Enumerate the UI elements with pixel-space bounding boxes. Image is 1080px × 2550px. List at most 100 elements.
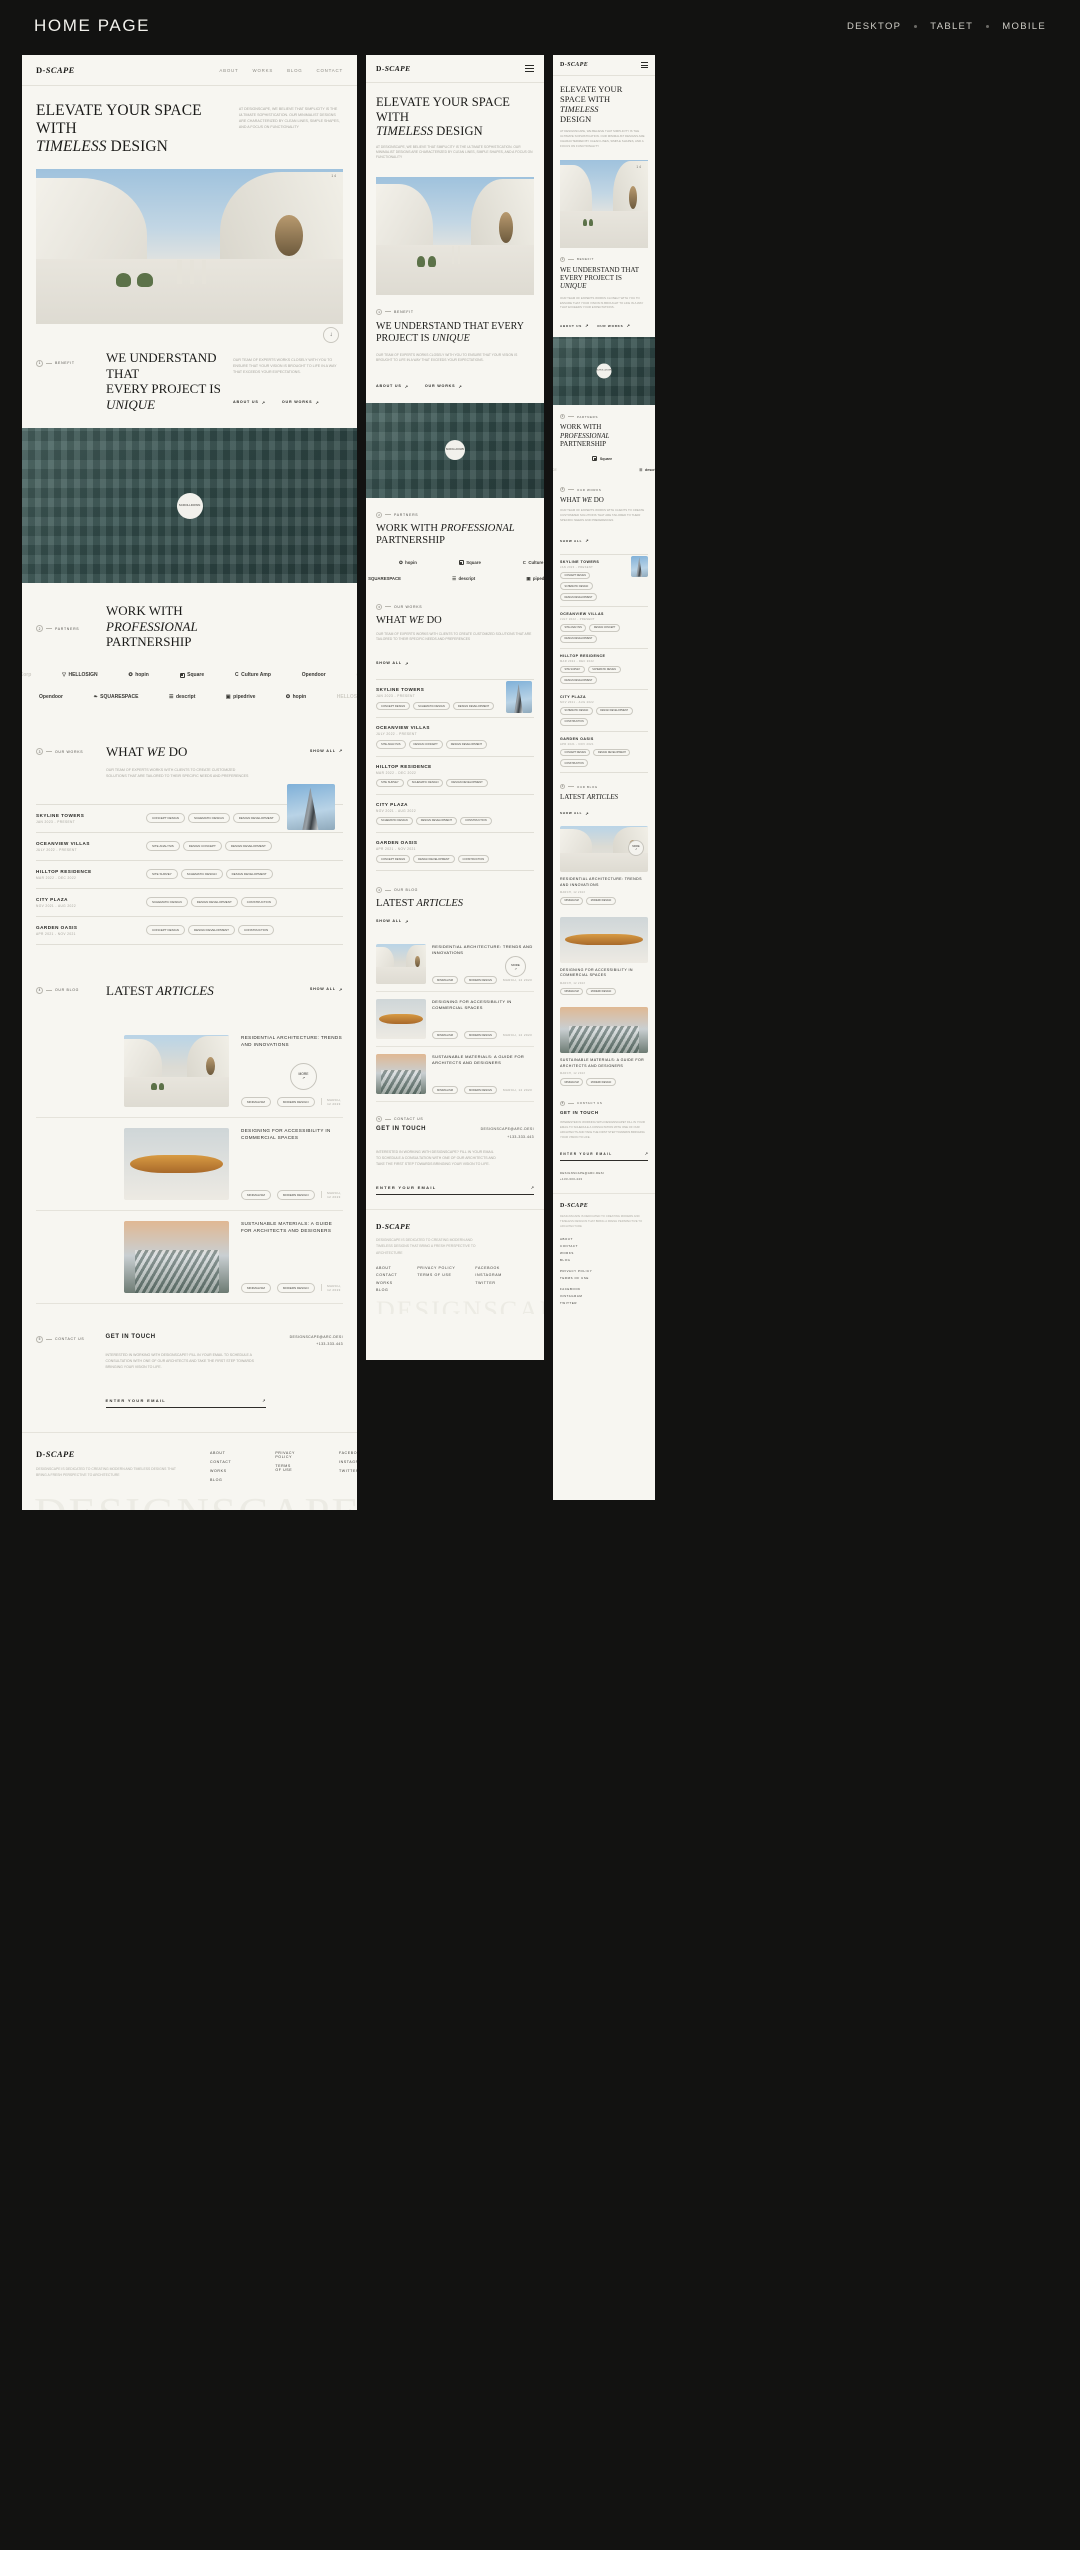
footer-logo[interactable]: D-SCAPE <box>560 1203 648 1209</box>
table-row[interactable]: GARDEN OASIS APR 2021 - NOV 2021 CONCEPT… <box>36 915 343 945</box>
footer-link-blog[interactable]: BLOG <box>376 1288 397 1292</box>
nav-works[interactable]: WORKS <box>253 68 274 73</box>
footer-link-facebook[interactable]: FACEBOOK <box>560 1287 648 1291</box>
footer-link-instagram[interactable]: INSTAGRAM <box>475 1273 502 1277</box>
about-us-link[interactable]: ABOUT US ↗ <box>376 384 409 389</box>
about-us-link[interactable]: ABOUT US ↗ <box>560 323 589 328</box>
about-us-link[interactable]: ABOUT US ↗ <box>233 400 266 405</box>
work-tags: SITE ANALYSIS DESIGN CONCEPT DESIGN DEVE… <box>146 841 272 852</box>
article-more-button[interactable]: MORE ↗ <box>505 956 526 978</box>
table-row[interactable]: OCEANVIEW VILLAS JULY 2022 - PRESENT SIT… <box>376 717 534 755</box>
contact-email[interactable]: DESIGNSCAPE@ARC.DESI <box>481 1126 534 1133</box>
our-works-link[interactable]: OUR WORKS ↗ <box>282 400 320 405</box>
footer-link-blog[interactable]: BLOG <box>560 1258 648 1262</box>
table-row[interactable]: HILLTOP RESIDENCE MAR 2022 - DEC 2022 SI… <box>36 859 343 888</box>
table-row[interactable]: OCEANVIEW VILLAS JULY 2022 - PRESENT SIT… <box>560 605 648 648</box>
list-item[interactable]: SUSTAINABLE MATERIALS: A GUIDE FOR ARCHI… <box>36 1209 343 1304</box>
footer-link-contact[interactable]: CONTACT <box>560 1244 648 1248</box>
list-item[interactable]: SUSTAINABLE MATERIALS: A GUIDE FOR ARCHI… <box>560 1001 648 1092</box>
arrow-up-right-icon[interactable]: ↗ <box>262 1398 265 1403</box>
footer-link-facebook[interactable]: FACEBOOK <box>339 1451 357 1455</box>
footer-link-contact[interactable]: CONTACT <box>376 1273 397 1277</box>
contact-phone[interactable]: +133-333-443 <box>481 1134 534 1141</box>
list-item[interactable]: RESIDENTIAL ARCHITECTURE: TRENDS AND INN… <box>376 937 534 991</box>
footer-link-twitter[interactable]: TWITTER <box>560 1301 648 1305</box>
footer-link-works[interactable]: WORKS <box>560 1251 648 1255</box>
table-row[interactable]: GARDEN OASIS APR 2021 - NOV 2021 CONCEPT… <box>560 730 648 774</box>
nav-blog[interactable]: BLOG <box>287 68 302 73</box>
contact-heading: GET IN TOUCH <box>560 1109 599 1115</box>
footer-link-instagram[interactable]: INSTAGRAM <box>339 1460 357 1464</box>
table-row[interactable]: GARDEN OASIS APR 2021 - NOV 2021 CONCEPT… <box>376 832 534 872</box>
blog-show-all-link[interactable]: SHOW ALL ↗ <box>376 919 409 924</box>
our-works-link[interactable]: OUR WORKS ↗ <box>597 323 630 328</box>
footer-link-about[interactable]: ABOUT <box>210 1451 231 1455</box>
our-works-link[interactable]: OUR WORKS ↗ <box>425 384 463 389</box>
footer-link-facebook[interactable]: FACEBOOK <box>475 1266 502 1270</box>
viewport-tablet[interactable]: TABLET <box>930 21 973 32</box>
contact-phone[interactable]: +133-333-443 <box>560 1177 648 1183</box>
footer-link-privacy[interactable]: PRIVACY POLICY <box>560 1269 648 1273</box>
footer-link-twitter[interactable]: TWITTER <box>339 1469 357 1473</box>
scroll-down-badge[interactable]: SCROLL DOWN <box>445 440 465 461</box>
footer-link-blog[interactable]: BLOG <box>210 1478 231 1482</box>
table-row[interactable]: HILLTOP RESIDENCE MAR 2022 - DEC 2022 SI… <box>376 755 534 794</box>
work-date: MAR 2022 - DEC 2022 <box>36 875 77 880</box>
partner-logo-hellosign-2: HELLOSIGN <box>336 694 357 701</box>
email-subscribe-field[interactable]: ENTER YOUR EMAIL ↗ <box>376 1185 534 1196</box>
article-date: MARCH, 12 2023 <box>502 1088 533 1093</box>
table-row[interactable]: CITY PLAZA NOV 2021 - AUG 2022 SCHEMATIC… <box>560 689 648 731</box>
list-item[interactable]: MORE ↗ RESIDENTIAL ARCHITECTURE: TRENDS A… <box>560 826 648 911</box>
footer-link-privacy[interactable]: PRIVACY POLICY <box>417 1266 455 1270</box>
scroll-down-badge[interactable]: SCROLL DOWN <box>176 492 203 519</box>
article-more-button[interactable]: MORE ↗ <box>290 1062 317 1090</box>
footer-link-works[interactable]: WORKS <box>376 1281 397 1285</box>
footer-logo[interactable]: D-SCAPE <box>36 1449 178 1459</box>
works-show-all-link[interactable]: SHOW ALL ↗ <box>376 661 409 666</box>
footer-link-about[interactable]: ABOUT <box>376 1266 397 1270</box>
partners-number: 2 <box>560 414 565 420</box>
blog-show-all-link[interactable]: SHOW ALL ↗ <box>560 811 589 816</box>
viewport-mobile[interactable]: MOBILE <box>1002 21 1046 32</box>
footer-link-works[interactable]: WORKS <box>210 1469 231 1473</box>
list-item[interactable]: DESIGNING FOR ACCESSIBILITY IN COMMERCIA… <box>560 911 648 1002</box>
list-item[interactable]: SUSTAINABLE MATERIALS: A GUIDE FOR ARCHI… <box>376 1046 534 1103</box>
list-item[interactable]: RESIDENTIAL ARCHITECTURE: TRENDS AND INN… <box>36 1025 343 1117</box>
brand-logo[interactable]: D-SCAPE <box>560 62 588 68</box>
footer-link-terms[interactable]: TERMS OF USE <box>417 1273 455 1277</box>
contact-email[interactable]: DESIGNSCAPE@ARC.DESI <box>266 1334 343 1341</box>
table-row[interactable]: OCEANVIEW VILLAS JULY 2022 - PRESENT SIT… <box>36 831 343 860</box>
brand-logo[interactable]: D-SCAPE <box>376 64 410 73</box>
footer-logo[interactable]: D-SCAPE <box>376 1222 534 1231</box>
works-show-all-link[interactable]: SHOW ALL ↗ <box>273 748 343 753</box>
email-subscribe-field[interactable]: ENTER YOUR EMAIL ↗ <box>105 1398 266 1409</box>
footer-link-terms[interactable]: TERMS OF USE <box>275 1464 295 1472</box>
footer-link-terms[interactable]: TERMS OF USE <box>560 1276 648 1280</box>
footer-link-twitter[interactable]: TWITTER <box>475 1281 502 1285</box>
arrow-up-right-icon[interactable]: ↗ <box>645 1151 648 1156</box>
tablet-preview: D-SCAPE ELEVATE YOUR SPACE WITH TIMELESS… <box>366 55 544 1360</box>
divider <box>320 1284 322 1292</box>
scroll-down-badge[interactable]: SCROLL DOWN <box>596 363 612 379</box>
list-item[interactable]: DESIGNING FOR ACCESSIBILITY IN COMMERCIA… <box>36 1116 343 1210</box>
table-row[interactable]: CITY PLAZA NOV 2021 - AUG 2022 SCHEMATIC… <box>36 887 343 916</box>
works-show-all-link[interactable]: SHOW ALL ↗ <box>560 538 589 543</box>
blog-show-all-link[interactable]: SHOW ALL ↗ <box>273 987 343 992</box>
scroll-down-button[interactable]: ↓ <box>323 326 339 343</box>
brand-logo[interactable]: D-SCAPE <box>36 65 75 75</box>
table-row[interactable]: HILLTOP RESIDENCE MAR 2022 - DEC 2022 SI… <box>560 647 648 690</box>
footer-link-about[interactable]: ABOUT <box>560 1237 648 1241</box>
arrow-up-right-icon[interactable]: ↗ <box>531 1185 534 1190</box>
hamburger-menu-icon[interactable] <box>525 65 534 72</box>
hamburger-menu-icon[interactable] <box>641 62 648 69</box>
nav-contact[interactable]: CONTACT <box>317 68 344 73</box>
email-subscribe-field[interactable]: ENTER YOUR EMAIL ↗ <box>560 1151 648 1162</box>
footer-link-privacy[interactable]: PRIVACY POLICY <box>275 1451 295 1459</box>
footer-link-contact[interactable]: CONTACT <box>210 1460 231 1464</box>
list-item[interactable]: DESIGNING FOR ACCESSIBILITY IN COMMERCIA… <box>376 991 534 1046</box>
viewport-desktop[interactable]: DESKTOP <box>847 21 901 32</box>
table-row[interactable]: CITY PLAZA NOV 2021 - AUG 2022 SCHEMATIC… <box>376 793 534 832</box>
footer-link-instagram[interactable]: INSTAGRAM <box>560 1294 648 1298</box>
nav-about[interactable]: ABOUT <box>219 68 238 73</box>
contact-phone[interactable]: +133-333-443 <box>266 1341 343 1348</box>
